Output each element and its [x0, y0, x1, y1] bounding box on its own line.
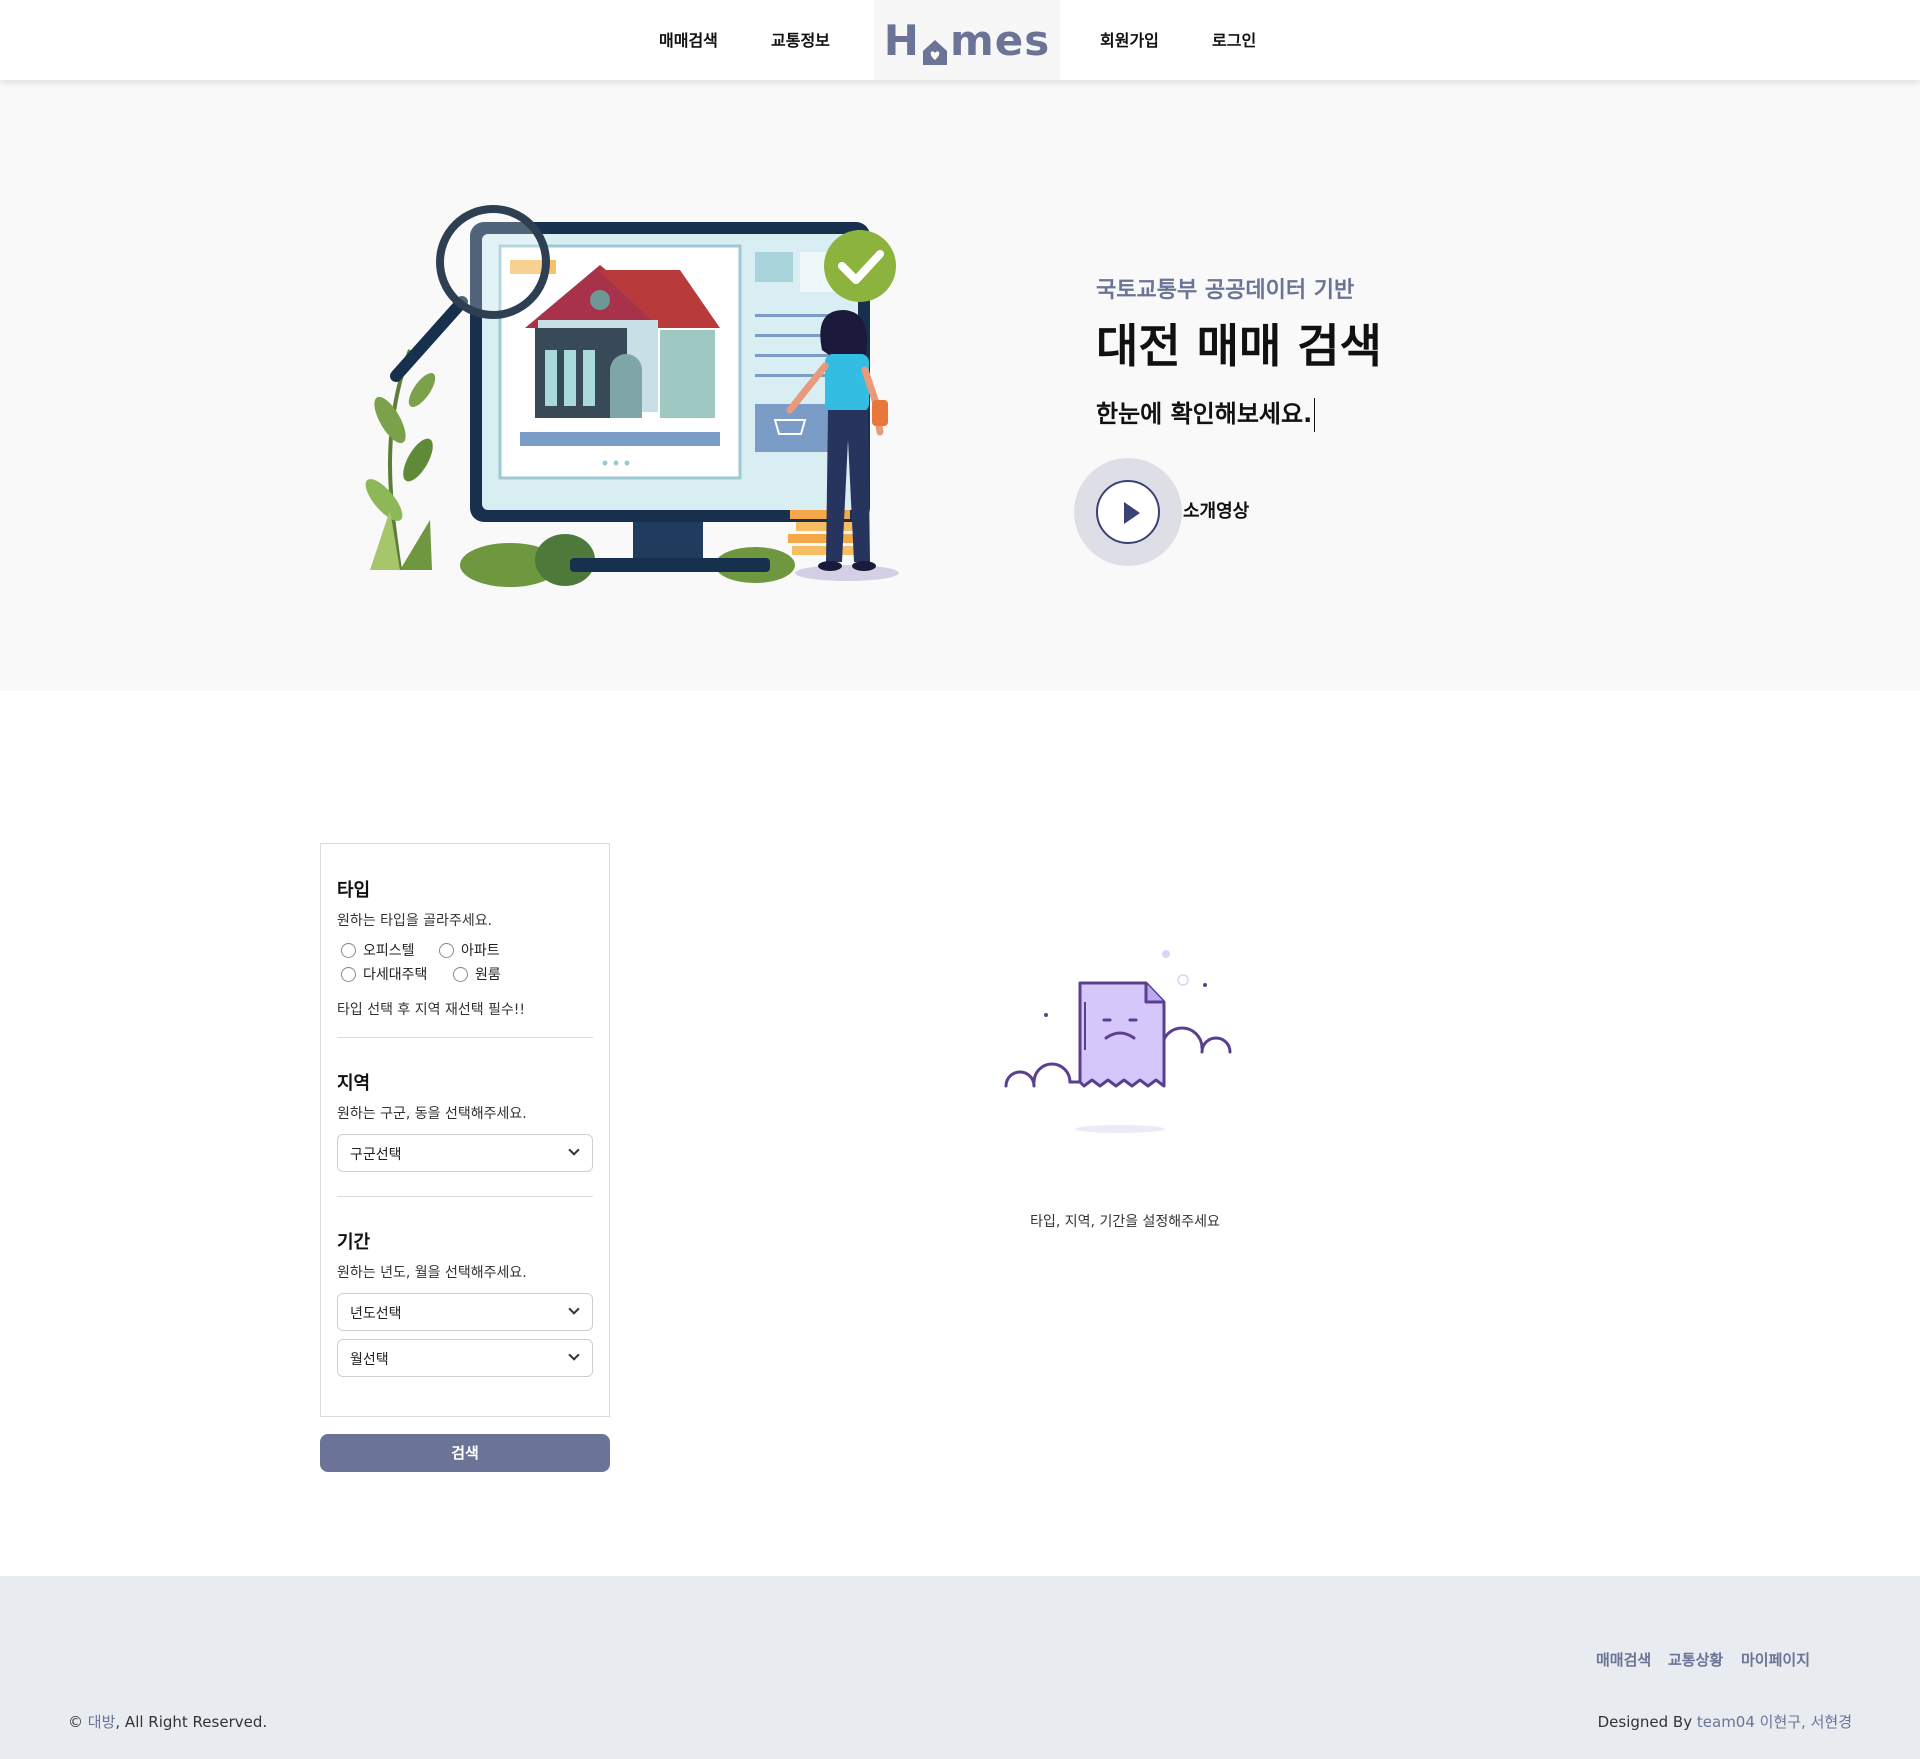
radio-circle	[341, 942, 356, 958]
copyright-symbol: ©	[68, 1713, 83, 1731]
period-section-description: 원하는 년도, 월을 선택해주세요.	[337, 1265, 527, 1281]
nav-link-sale-search[interactable]: 매매검색	[659, 27, 718, 51]
radio-circle	[439, 942, 454, 958]
divider	[337, 1196, 593, 1197]
designer-credit: Designed By team04 이현구, 서현경	[1598, 1711, 1852, 1732]
type-section-description: 원하는 타입을 골라주세요.	[337, 913, 493, 929]
region-section-description: 원하는 구군, 동을 선택해주세요.	[337, 1106, 527, 1122]
play-icon	[1124, 502, 1140, 524]
search-button[interactable]: 검색	[320, 1434, 610, 1472]
select-value: 구군선택	[350, 1147, 402, 1163]
select-value: 년도선택	[350, 1306, 402, 1322]
type-note: 타입 선택 후 지역 재선택 필수!!	[337, 1002, 526, 1018]
nav-link-signup[interactable]: 회원가입	[1100, 27, 1159, 51]
radio-label: 아파트	[461, 943, 500, 959]
region-section-title: 지역	[337, 1073, 371, 1094]
hero-illustration	[360, 170, 920, 590]
divider	[337, 1037, 593, 1038]
footer-link-traffic-status[interactable]: 교통상황	[1668, 1649, 1723, 1670]
footer-link-sale-search[interactable]: 매매검색	[1596, 1649, 1651, 1670]
credit-team: team04 이현구, 서현경	[1696, 1713, 1852, 1731]
hero-subtitle: 국토교통부 공공데이터 기반	[1096, 278, 1355, 303]
period-section-title: 기간	[337, 1232, 371, 1253]
video-label[interactable]: 소개영상	[1183, 497, 1249, 523]
top-nav: 매매검색 교통정보 H mes 회원가입 로그인	[0, 0, 1920, 80]
homes-logo: H mes	[884, 16, 1050, 65]
hero-section: 국토교통부 공공데이터 기반 대전 매매 검색 한눈에 확인해보세요. 소개영상	[0, 80, 1920, 691]
hero-description: 한눈에 확인해보세요.	[1096, 394, 1316, 432]
copyright-text: , All Right Reserved.	[115, 1713, 268, 1731]
hero-title: 대전 매매 검색	[1096, 319, 1382, 373]
logo-text-end: mes	[949, 15, 1051, 65]
select-value: 월선택	[350, 1352, 389, 1368]
filter-panel: 타입 원하는 타입을 골라주세요. 오피스텔 아파트 다세대주택 원룸 타입 선…	[320, 843, 610, 1417]
text-caret	[1314, 398, 1316, 432]
radio-apartment[interactable]: 아파트	[439, 940, 500, 960]
logo-text-start: H	[883, 15, 920, 65]
radio-label: 다세대주택	[363, 967, 428, 983]
nav-link-traffic-info[interactable]: 교통정보	[771, 27, 830, 51]
radio-label: 원룸	[475, 967, 501, 983]
play-button-circle	[1096, 480, 1160, 544]
chevron-down-icon	[568, 1349, 580, 1361]
radio-multi-family[interactable]: 다세대주택	[341, 964, 427, 984]
radio-circle	[341, 966, 356, 982]
play-video-button[interactable]	[1074, 458, 1182, 566]
empty-document-illustration	[1000, 940, 1250, 1140]
month-select[interactable]: 월선택	[337, 1339, 593, 1377]
copyright-name: 대방	[87, 1713, 116, 1731]
house-icon	[921, 28, 949, 65]
district-select[interactable]: 구군선택	[337, 1134, 593, 1172]
chevron-down-icon	[568, 1144, 580, 1156]
chevron-down-icon	[568, 1303, 580, 1315]
type-section-title: 타입	[337, 880, 371, 901]
radio-circle	[453, 966, 468, 982]
empty-state-message: 타입, 지역, 기간을 설정해주세요	[1030, 1214, 1220, 1230]
radio-officetel[interactable]: 오피스텔	[341, 940, 415, 960]
credit-prefix: Designed By	[1597, 1713, 1693, 1731]
footer: 매매검색 교통상황 마이페이지 © 대방, All Right Reserved…	[0, 1576, 1920, 1759]
hero-description-text: 한눈에 확인해보세요.	[1096, 400, 1313, 428]
nav-link-login[interactable]: 로그인	[1212, 27, 1256, 51]
copyright: © 대방, All Right Reserved.	[68, 1711, 267, 1732]
logo-link[interactable]: H mes	[874, 0, 1060, 80]
footer-link-mypage[interactable]: 마이페이지	[1741, 1649, 1810, 1670]
radio-label: 오피스텔	[363, 943, 415, 959]
radio-one-room[interactable]: 원룸	[453, 964, 501, 984]
year-select[interactable]: 년도선택	[337, 1293, 593, 1331]
